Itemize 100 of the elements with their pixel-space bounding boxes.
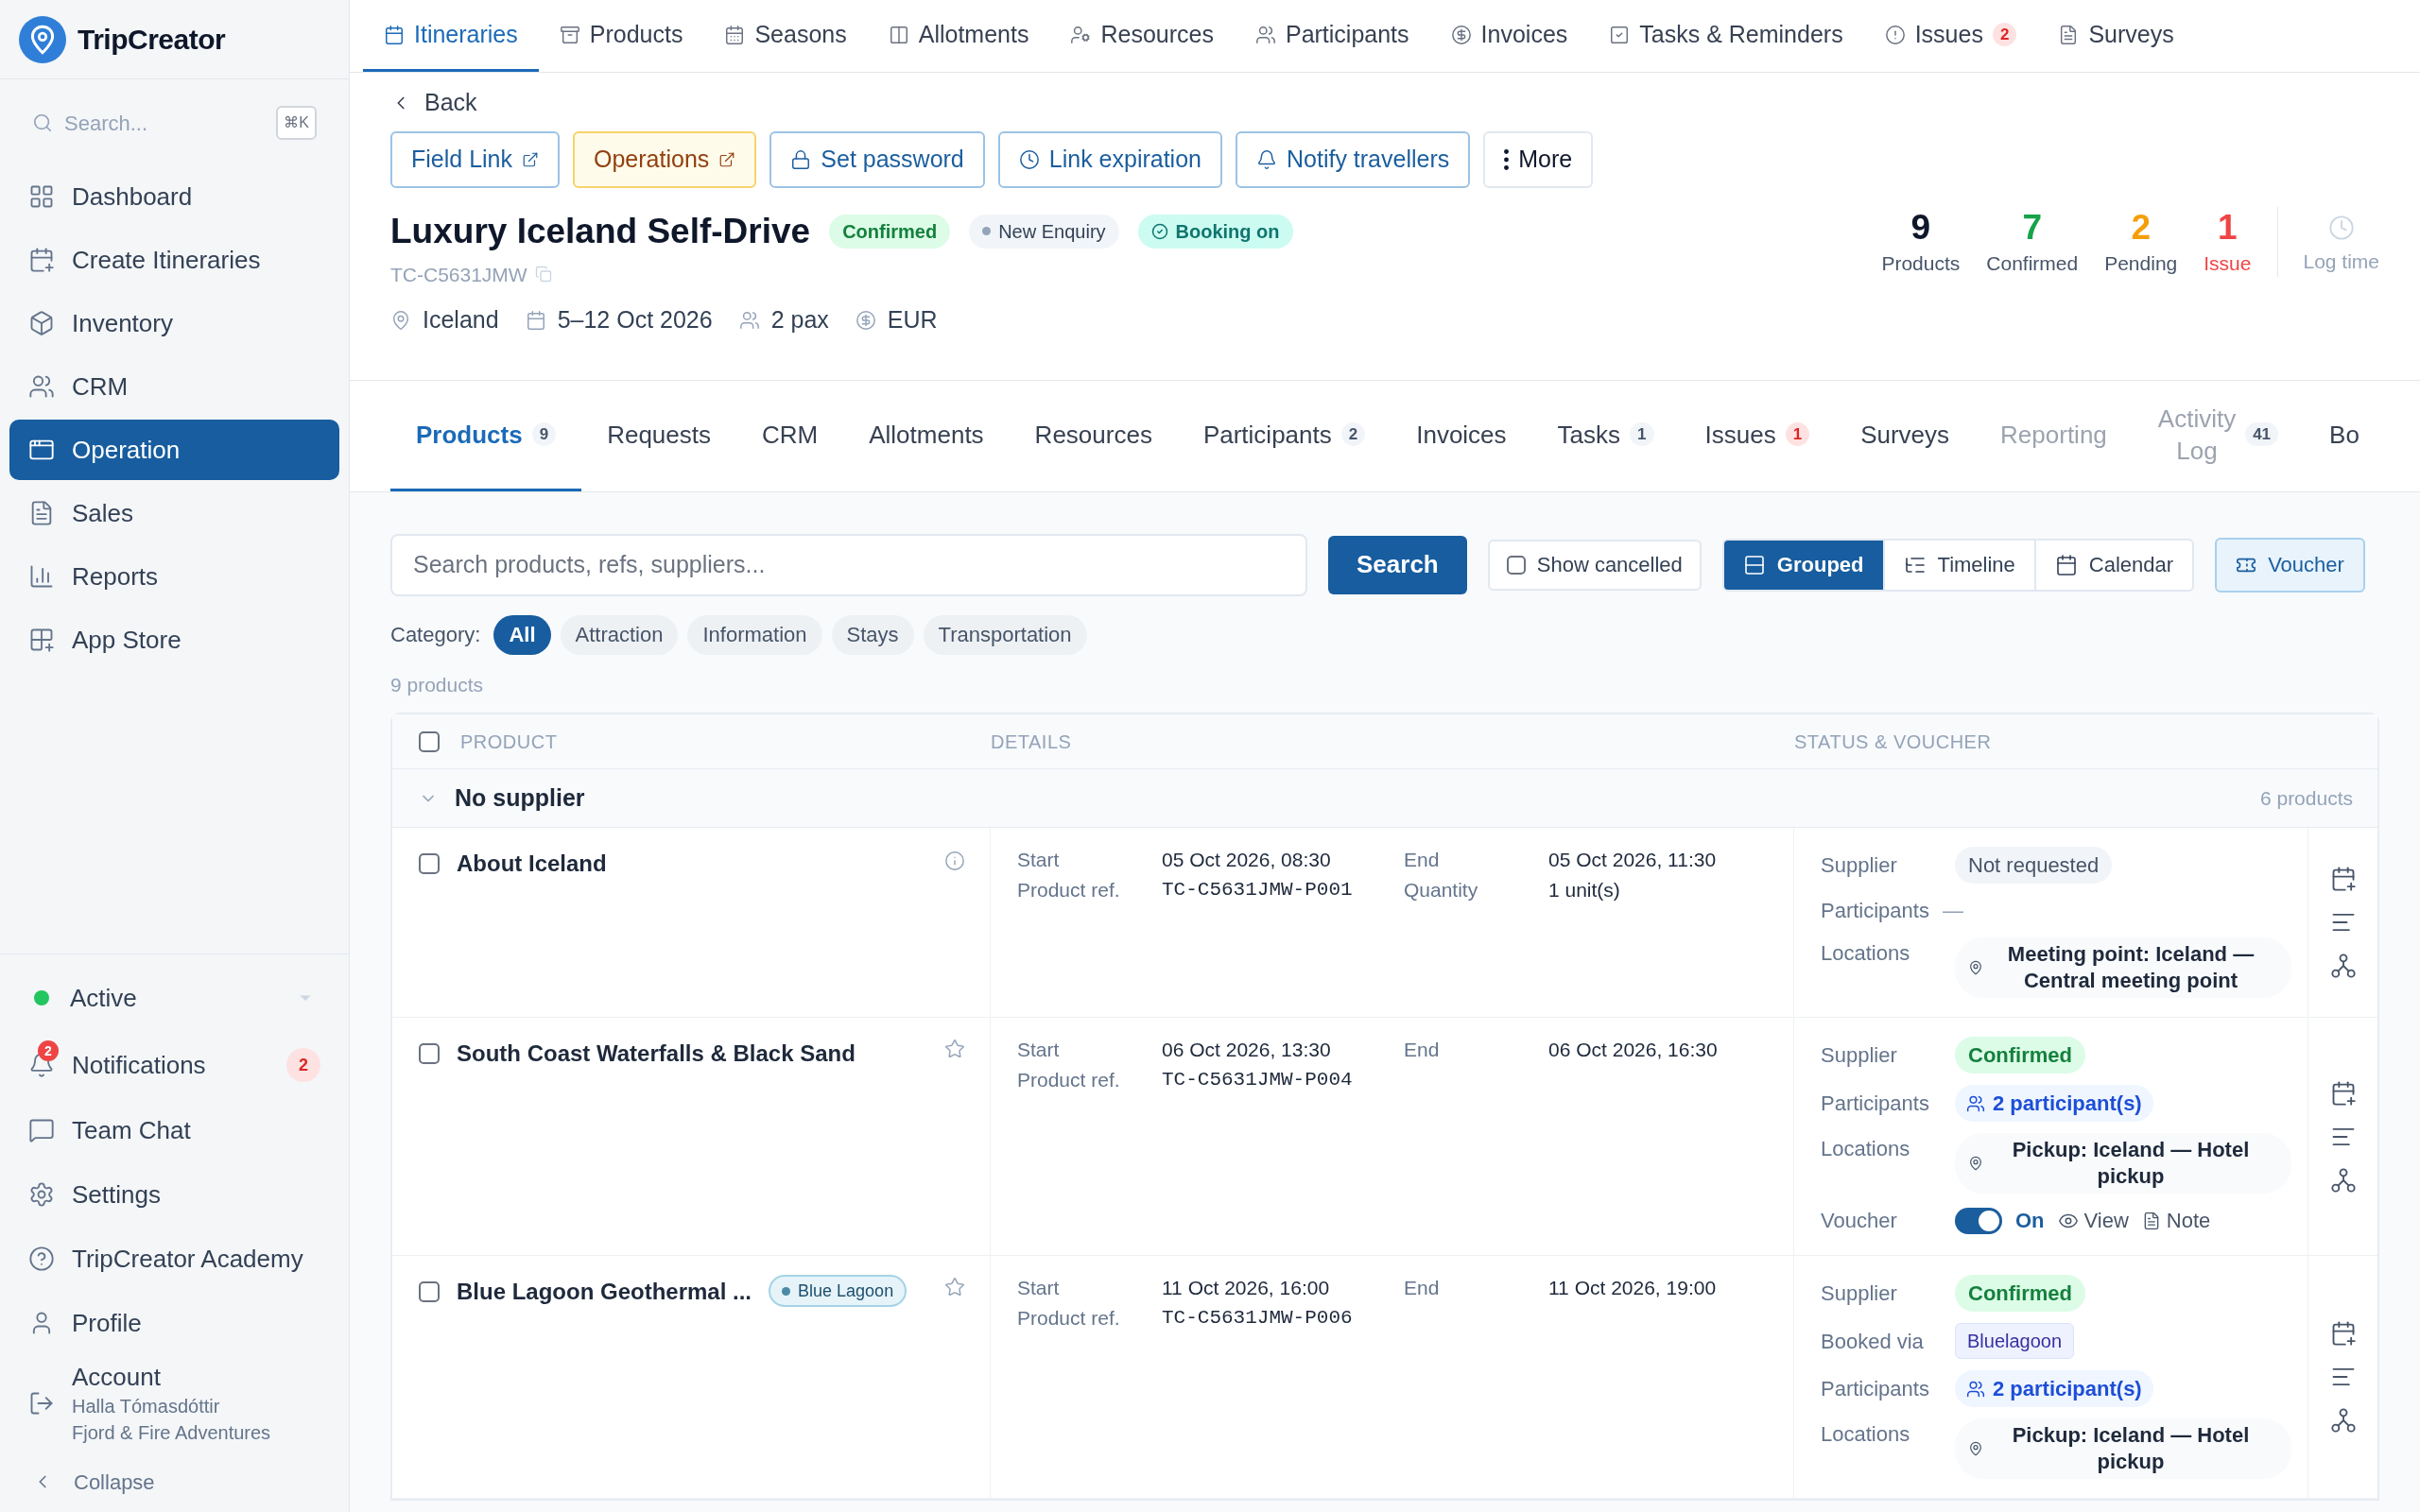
- star-icon[interactable]: [944, 1277, 965, 1297]
- section-tab[interactable]: Invoices: [1391, 380, 1532, 491]
- group-header[interactable]: No supplier 6 products: [392, 769, 2377, 828]
- view-link[interactable]: View: [2057, 1205, 2129, 1236]
- top-nav-tab[interactable]: Invoices: [1429, 0, 1589, 72]
- detail-label: Start: [1017, 848, 1061, 872]
- nav-item[interactable]: Team Chat: [9, 1098, 339, 1162]
- category-chip[interactable]: Attraction: [560, 614, 679, 655]
- product-search-field[interactable]: Search products, refs, suppliers...: [390, 533, 1307, 596]
- product-count: 9 products: [390, 672, 485, 697]
- info-icon[interactable]: [944, 850, 965, 871]
- nav-item[interactable]: TripCreator Academy: [9, 1227, 339, 1291]
- meta-text: 2 pax: [770, 305, 829, 335]
- checkbox[interactable]: [419, 1043, 440, 1064]
- booking-channel-tag: Bluelagoon: [1955, 1323, 2075, 1359]
- users-icon: [1966, 1379, 1985, 1399]
- nav-item[interactable]: Profile: [9, 1291, 339, 1355]
- rows-icon: [1742, 553, 1766, 576]
- section-tab[interactable]: Tasks 1: [1531, 380, 1680, 491]
- detail-value: 11 Oct 2026, 19:00: [1548, 1276, 1718, 1300]
- section-tab[interactable]: Resources: [1009, 380, 1178, 491]
- nav-item[interactable]: App Store: [9, 610, 339, 670]
- view-option[interactable]: Calendar: [2033, 540, 2193, 590]
- nodes-icon[interactable]: [2329, 1166, 2357, 1194]
- back-link[interactable]: Back: [390, 84, 477, 122]
- grid-plus-icon: [28, 627, 55, 653]
- nodes-icon[interactable]: [2329, 1407, 2357, 1434]
- section-tab[interactable]: Allotments: [843, 380, 1010, 491]
- status-badge: Confirmed: [829, 214, 951, 249]
- nav-item[interactable]: Operation: [9, 420, 339, 480]
- voucher-button[interactable]: Voucher: [2215, 537, 2365, 593]
- location-text: Pickup: Iceland — Hotel pickup: [2011, 1422, 2251, 1475]
- action-button[interactable]: Field Link: [390, 131, 560, 188]
- nav-item[interactable]: Create Itineraries: [9, 230, 339, 290]
- checkbox[interactable]: [419, 1281, 440, 1302]
- users-icon: [1966, 1093, 1985, 1113]
- nav-item[interactable]: Dashboard: [9, 166, 339, 227]
- top-nav-tab[interactable]: Tasks & Reminders: [1588, 0, 1864, 72]
- stat-label: Products: [1881, 251, 1961, 276]
- category-chip[interactable]: All: [493, 614, 551, 655]
- section-tab[interactable]: Bo: [2304, 380, 2360, 491]
- category-chip[interactable]: Information: [687, 614, 822, 655]
- top-nav-tab[interactable]: Allotments: [867, 0, 1050, 72]
- top-nav-tab[interactable]: Itineraries: [363, 0, 539, 72]
- section-tab[interactable]: Issues 1: [1679, 380, 1836, 491]
- search-button[interactable]: Search: [1328, 535, 1467, 594]
- nav-item[interactable]: Settings: [9, 1162, 339, 1227]
- top-nav-tab[interactable]: Participants: [1234, 0, 1430, 72]
- stat-value: 7: [2022, 207, 2042, 249]
- action-button[interactable]: More: [1483, 131, 1594, 188]
- checkbox[interactable]: [419, 853, 440, 874]
- section-tab[interactable]: CRM: [736, 380, 844, 491]
- nodes-icon[interactable]: [2329, 953, 2357, 979]
- category-chip[interactable]: Transportation: [923, 614, 1087, 655]
- detail-value: 05 Oct 2026, 08:30: [1162, 848, 1332, 872]
- nav-item[interactable]: Reports: [9, 546, 339, 607]
- action-button[interactable]: Notify travellers: [1236, 131, 1471, 188]
- action-button[interactable]: Operations: [573, 131, 757, 188]
- action-button[interactable]: Link expiration: [997, 131, 1222, 188]
- section-tab[interactable]: Participants 2: [1177, 380, 1392, 491]
- top-nav-tab[interactable]: Products: [538, 0, 704, 72]
- checkbox[interactable]: [419, 730, 440, 752]
- logo-icon: [19, 15, 66, 63]
- top-nav-tab[interactable]: Issues 2: [1863, 0, 2038, 72]
- nav-item[interactable]: 2 Notifications 2: [9, 1032, 339, 1098]
- checkbox[interactable]: [1506, 555, 1526, 575]
- nav-item[interactable]: Sales: [9, 483, 339, 543]
- nav-item[interactable]: CRM: [9, 356, 339, 417]
- collapse-button[interactable]: Collapse: [9, 1452, 339, 1512]
- logout-icon[interactable]: [28, 1390, 55, 1417]
- participants-pill[interactable]: 2 participant(s): [1955, 1370, 2153, 1407]
- star-icon[interactable]: [944, 1039, 965, 1059]
- action-button[interactable]: Set password: [769, 131, 985, 188]
- checkbox-icon: [1609, 24, 1631, 45]
- top-nav-tab[interactable]: Resources: [1049, 0, 1235, 72]
- product-name[interactable]: About Iceland: [457, 847, 607, 881]
- participants-pill[interactable]: 2 participant(s): [1955, 1085, 2153, 1122]
- stat-label: Pending: [2104, 251, 2178, 276]
- voucher-toggle[interactable]: [1955, 1207, 2002, 1234]
- product-name[interactable]: South Coast Waterfalls & Black Sand: [457, 1037, 856, 1071]
- search-field[interactable]: Search...: [64, 107, 266, 139]
- field-label: Participants: [1821, 1376, 1930, 1402]
- view-option[interactable]: Timeline: [1882, 540, 2034, 590]
- section-tab[interactable]: Requests: [581, 380, 736, 491]
- category-chip[interactable]: Stays: [831, 614, 914, 655]
- calendar-icon: [384, 24, 405, 45]
- status-label: Active: [70, 982, 138, 1014]
- section-tab[interactable]: Surveys: [1835, 380, 1976, 491]
- count-badge: 2: [286, 1048, 320, 1082]
- status-selector[interactable]: Active: [9, 964, 339, 1032]
- show-cancelled-toggle[interactable]: Show cancelled: [1487, 539, 1702, 591]
- top-nav-tab[interactable]: Seasons: [703, 0, 868, 72]
- note-link[interactable]: Note: [2141, 1205, 2211, 1236]
- detail-value: TC-C5631JMW-P006: [1162, 1306, 1354, 1331]
- notification-badge: 2: [38, 1040, 59, 1061]
- nav-item[interactable]: Inventory: [9, 293, 339, 353]
- product-name[interactable]: Blue Lagoon Geothermal ...: [457, 1275, 752, 1309]
- status-pill: Not requested: [1955, 847, 2113, 884]
- top-nav-tab[interactable]: Surveys: [2037, 0, 2195, 72]
- view-option[interactable]: Grouped: [1723, 540, 1883, 590]
